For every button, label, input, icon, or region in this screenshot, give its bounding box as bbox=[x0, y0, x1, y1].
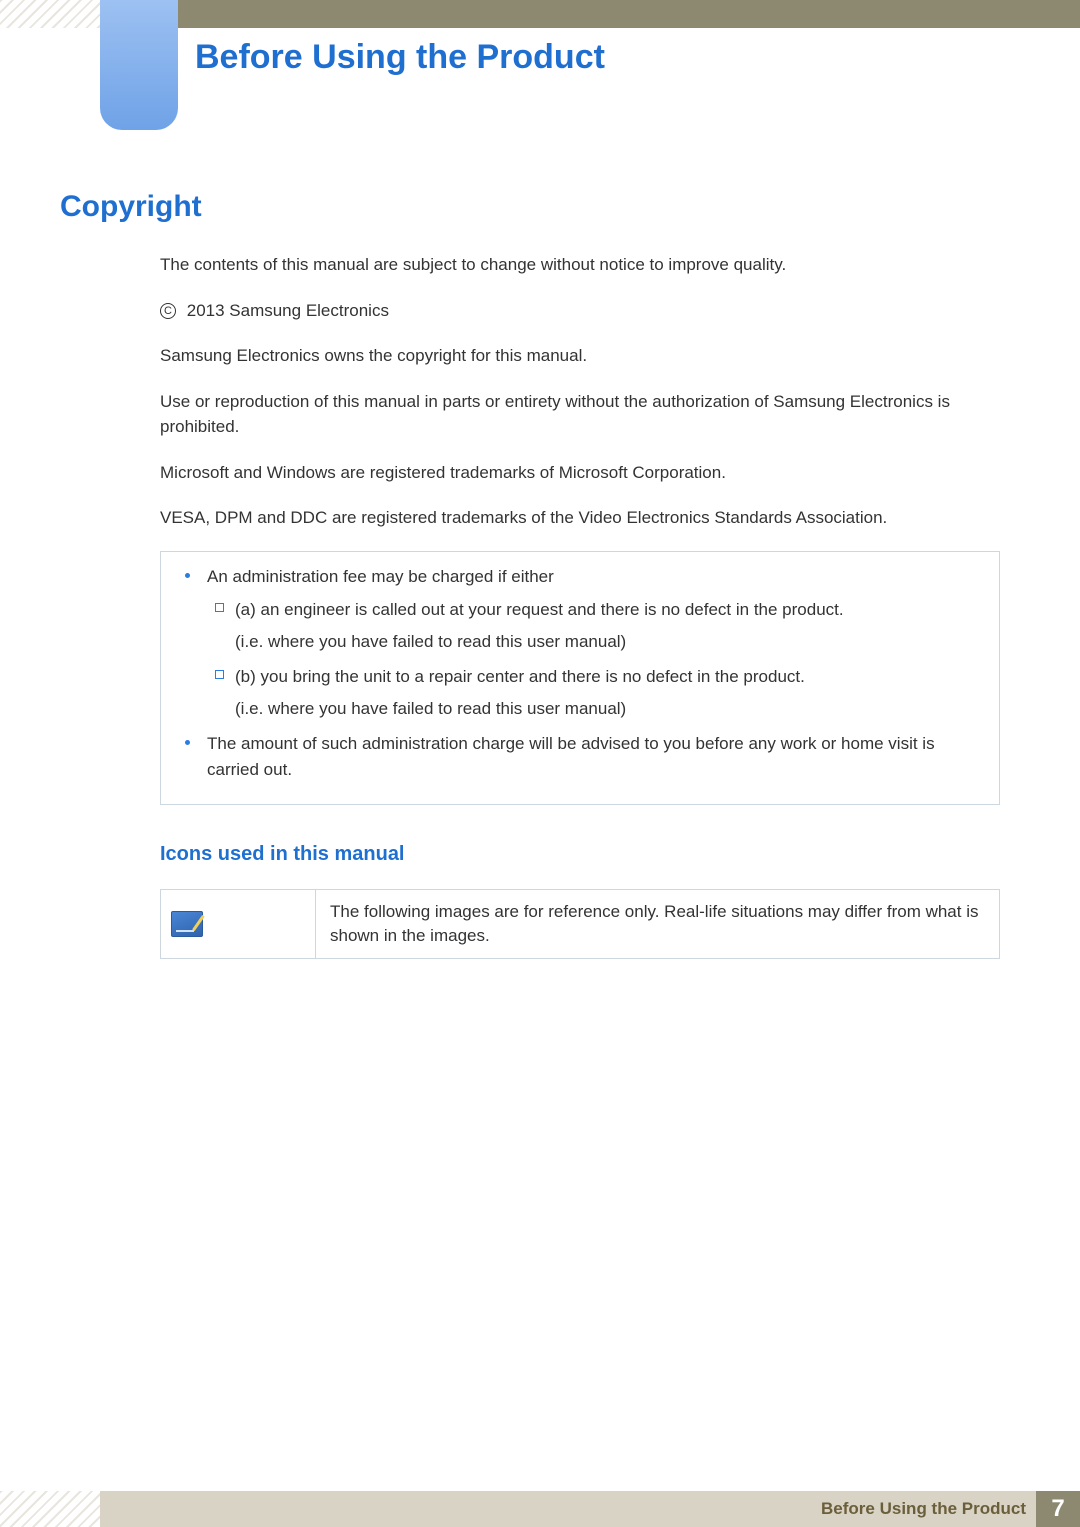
chapter-tab bbox=[100, 0, 178, 130]
icon-cell bbox=[161, 890, 316, 958]
notice-box: An administration fee may be charged if … bbox=[160, 551, 1000, 806]
list-sub-item-cont: (i.e. where you have failed to read this… bbox=[179, 696, 981, 722]
footer-label: Before Using the Product bbox=[821, 1499, 1026, 1519]
section-heading: Copyright bbox=[60, 190, 202, 224]
copyright-icon: C bbox=[160, 303, 176, 319]
paragraph: Use or reproduction of this manual in pa… bbox=[160, 389, 1000, 440]
list-item: The amount of such administration charge… bbox=[179, 731, 981, 782]
copyright-text: 2013 Samsung Electronics bbox=[187, 301, 389, 320]
icon-description: The following images are for reference o… bbox=[316, 890, 999, 958]
list-sub-item-cont: (i.e. where you have failed to read this… bbox=[179, 629, 981, 655]
paragraph: The contents of this manual are subject … bbox=[160, 252, 1000, 278]
list-item: An administration fee may be charged if … bbox=[179, 564, 981, 590]
list-sub-item: (a) an engineer is called out at your re… bbox=[179, 597, 981, 623]
icon-description-table: The following images are for reference o… bbox=[160, 889, 1000, 959]
header-bar bbox=[100, 0, 1080, 28]
page-number: 7 bbox=[1036, 1491, 1080, 1527]
paragraph: VESA, DPM and DDC are registered tradema… bbox=[160, 505, 1000, 531]
paragraph: Microsoft and Windows are registered tra… bbox=[160, 460, 1000, 486]
reference-image-icon bbox=[171, 911, 203, 937]
footer-bar: Before Using the Product 7 bbox=[100, 1491, 1080, 1527]
body-content: The contents of this manual are subject … bbox=[160, 252, 1000, 959]
pen-icon bbox=[192, 915, 205, 931]
subsection-heading: Icons used in this manual bbox=[160, 839, 1000, 869]
page: Before Using the Product Copyright The c… bbox=[0, 0, 1080, 1527]
paragraph: Samsung Electronics owns the copyright f… bbox=[160, 343, 1000, 369]
decorative-hatch-top bbox=[0, 0, 100, 28]
chapter-title: Before Using the Product bbox=[195, 38, 605, 77]
decorative-hatch-bottom bbox=[0, 1491, 100, 1527]
list-sub-item: (b) you bring the unit to a repair cente… bbox=[179, 664, 981, 690]
copyright-line: C 2013 Samsung Electronics bbox=[160, 298, 1000, 324]
